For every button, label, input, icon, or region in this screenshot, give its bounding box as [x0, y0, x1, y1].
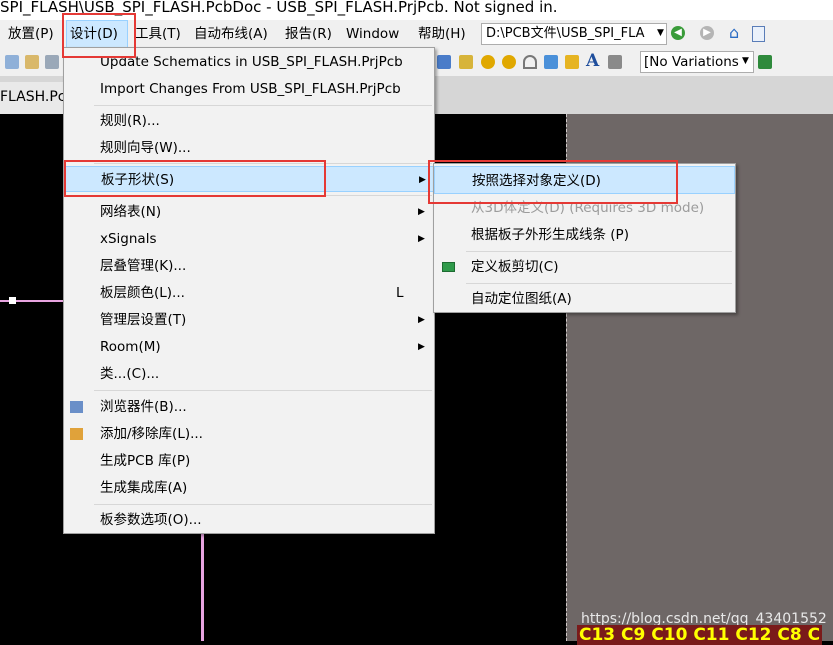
component-labels: C13 C9 C10 C11 C12 C8 C: [577, 625, 823, 645]
menu-item-xsignals[interactable]: xSignals ▶: [64, 226, 434, 252]
forward-icon[interactable]: ▶: [700, 26, 714, 40]
variations-combobox[interactable]: [No Variations: [640, 51, 754, 73]
back-icon[interactable]: ◀: [671, 26, 685, 40]
menu-item-add-remove-library[interactable]: 添加/移除库(L)...: [64, 421, 434, 447]
wire-icon[interactable]: [459, 55, 473, 69]
menu-item-classes[interactable]: 类...(C)...: [64, 361, 434, 387]
annotation-box-board-shape: [64, 160, 326, 197]
copy-icon[interactable]: [5, 55, 19, 69]
route-icon[interactable]: [437, 55, 451, 69]
tab-pcb-document[interactable]: FLASH.Pcb: [0, 82, 70, 114]
component-icon[interactable]: [608, 55, 622, 69]
board-outline-left: [201, 534, 204, 641]
variations-dropdown-icon[interactable]: ▼: [742, 56, 749, 66]
menu-item-board-layers-colors[interactable]: 板层颜色(L)... L: [64, 280, 434, 306]
menu-separator: [94, 504, 432, 505]
menu-separator: [466, 283, 732, 284]
menu-reports[interactable]: 报告(R): [285, 20, 332, 48]
pad-icon[interactable]: [481, 55, 495, 69]
submenu-arrow-icon: ▶: [418, 207, 425, 217]
menu-tools[interactable]: 工具(T): [135, 20, 181, 48]
menu-autoroute[interactable]: 自动布线(A): [194, 20, 268, 48]
board-icon[interactable]: [758, 55, 772, 69]
document-icon[interactable]: [752, 26, 765, 42]
menu-item-layer-sets[interactable]: 管理层设置(T) ▶: [64, 307, 434, 333]
menu-item-layer-stack-manager[interactable]: 层叠管理(K)...: [64, 253, 434, 279]
fill-icon[interactable]: [544, 55, 558, 69]
submenu-item-create-primitives-from-shape[interactable]: 根据板子外形生成线条 (P): [434, 221, 735, 249]
menu-item-room[interactable]: Room(M) ▶: [64, 334, 434, 360]
board-cutout-icon: [442, 262, 455, 272]
outline-vertex-handle[interactable]: [9, 297, 16, 304]
menu-place[interactable]: 放置(P): [8, 20, 54, 48]
menu-separator: [94, 390, 432, 391]
menu-item-netlist[interactable]: 网络表(N) ▶: [64, 199, 434, 225]
submenu-item-define-board-cutout[interactable]: 定义板剪切(C): [434, 253, 735, 281]
arc-icon[interactable]: [523, 55, 537, 69]
annotation-box-design-menu: [62, 13, 136, 58]
submenu-arrow-icon: ▶: [419, 175, 426, 185]
submenu-arrow-icon: ▶: [418, 315, 425, 325]
browse-components-icon: [70, 401, 83, 413]
menu-separator: [94, 105, 432, 106]
design-menu: Update Schematics in USB_SPI_FLASH.PrjPc…: [63, 47, 435, 534]
submenu-arrow-icon: ▶: [418, 234, 425, 244]
library-icon: [70, 428, 83, 440]
menu-separator: [466, 251, 732, 252]
menu-item-rules-wizard[interactable]: 规则向导(W)...: [64, 135, 434, 161]
menu-item-browse-components[interactable]: 浏览器件(B)...: [64, 394, 434, 420]
text-icon[interactable]: A: [586, 51, 599, 71]
path-combobox[interactable]: D:\PCB文件\USB_SPI_FLA: [481, 23, 667, 45]
paste-icon[interactable]: [25, 55, 39, 69]
menu-item-import-changes[interactable]: Import Changes From USB_SPI_FLASH.PrjPcb: [64, 76, 434, 102]
submenu-arrow-icon: ▶: [418, 342, 425, 352]
menu-help[interactable]: 帮助(H): [418, 20, 466, 48]
menu-window[interactable]: Window: [346, 20, 399, 48]
home-icon[interactable]: ⌂: [729, 23, 739, 42]
path-dropdown-icon[interactable]: ▼: [657, 28, 664, 38]
shortcut-label: L: [396, 285, 404, 301]
via-icon[interactable]: [502, 55, 516, 69]
menu-item-rules[interactable]: 规则(R)...: [64, 108, 434, 134]
polygon-icon[interactable]: [565, 55, 579, 69]
menu-item-make-pcb-library[interactable]: 生成PCB 库(P): [64, 448, 434, 474]
submenu-item-auto-position-sheet[interactable]: 自动定位图纸(A): [434, 285, 735, 313]
annotation-box-define-from-selected: [428, 160, 678, 204]
menu-item-board-options[interactable]: 板参数选项(O)...: [64, 507, 434, 533]
toolbar-tool-icon[interactable]: [45, 55, 59, 69]
menu-item-make-integrated-library[interactable]: 生成集成库(A): [64, 475, 434, 501]
